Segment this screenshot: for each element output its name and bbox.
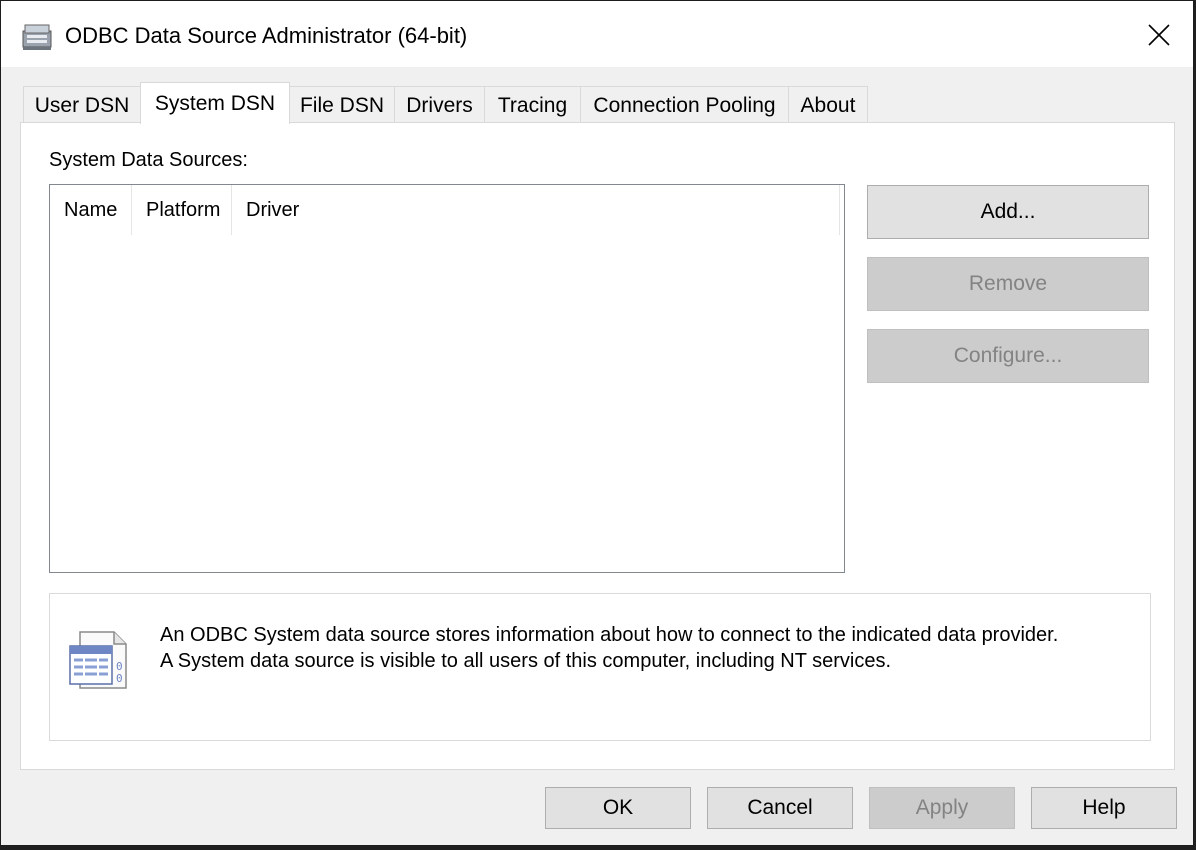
close-button[interactable] [1137, 15, 1181, 55]
info-box: 0 0 An ODBC System data source stores in… [49, 593, 1151, 741]
ok-button[interactable]: OK [545, 787, 691, 829]
svg-text:0: 0 [116, 672, 123, 685]
column-header-driver[interactable]: Driver [232, 185, 840, 235]
info-line-1: An ODBC System data source stores inform… [160, 624, 1059, 646]
tab-label: Connection Pooling [593, 93, 776, 117]
tab-user-dsn[interactable]: User DSN [23, 86, 141, 124]
tab-label: File DSN [299, 93, 384, 117]
configure-button[interactable]: Configure... [867, 329, 1149, 383]
tab-file-dsn[interactable]: File DSN [289, 86, 395, 124]
system-dsn-panel: System Data Sources: Name Platform Drive… [20, 122, 1175, 770]
apply-button[interactable]: Apply [869, 787, 1015, 829]
tab-drivers[interactable]: Drivers [394, 86, 485, 124]
cancel-button[interactable]: Cancel [707, 787, 853, 829]
tab-system-dsn[interactable]: System DSN [140, 82, 290, 124]
remove-button[interactable]: Remove [867, 257, 1149, 311]
tab-label: Drivers [406, 93, 473, 117]
data-source-icon: 0 0 [69, 631, 127, 689]
add-button[interactable]: Add... [867, 185, 1149, 239]
tab-about[interactable]: About [788, 86, 868, 124]
system-data-sources-label: System Data Sources: [49, 149, 248, 171]
data-sources-list[interactable]: Name Platform Driver [49, 184, 845, 573]
help-button[interactable]: Help [1031, 787, 1177, 829]
tab-label: Tracing [497, 93, 568, 117]
list-header: Name Platform Driver [50, 185, 841, 235]
column-header-platform[interactable]: Platform [132, 185, 232, 235]
tab-label: System DSN [154, 91, 276, 115]
tab-tracing[interactable]: Tracing [484, 86, 581, 124]
info-line-2: A System data source is visible to all u… [160, 650, 892, 672]
window-title: ODBC Data Source Administrator (64-bit) [65, 23, 468, 48]
odbc-admin-icon [22, 24, 52, 50]
info-text: An ODBC System data source stores inform… [160, 622, 1058, 674]
column-header-name[interactable]: Name [50, 185, 132, 235]
close-icon [1148, 24, 1170, 46]
tab-label: About [800, 93, 856, 117]
tab-connection-pooling[interactable]: Connection Pooling [580, 86, 789, 124]
tab-label: User DSN [34, 93, 130, 117]
odbc-admin-window: ODBC Data Source Administrator (64-bit) … [0, 0, 1194, 846]
title-bar: ODBC Data Source Administrator (64-bit) [1, 1, 1193, 67]
